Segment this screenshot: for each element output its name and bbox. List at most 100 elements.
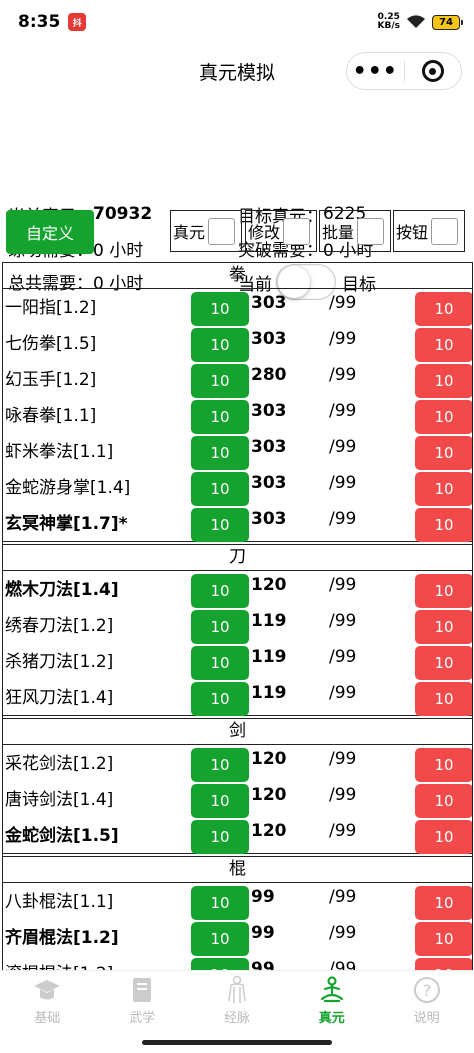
increase-button[interactable]: 10 [191,820,249,854]
skills-table[interactable]: 拳一阳指[1.2] 10 303/99 10 七伤拳[1.5] 10 303/99 10 幻玉手… [2,262,473,970]
close-miniprogram-button[interactable] [405,53,462,89]
skill-max: /99 [329,365,357,385]
skill-row: 燃木刀法[1.4] 10 120/99 10 [3,571,472,608]
decrease-button[interactable]: 10 [415,748,472,782]
decrease-button[interactable]: 10 [415,646,472,680]
skill-max: /99 [329,749,357,769]
increase-button[interactable]: 10 [191,610,249,644]
custom-button[interactable]: 自定义 [6,210,94,254]
skill-value: 120 [251,749,287,769]
skill-name: 狂风刀法[1.4] [5,688,114,708]
skill-value: 99 [251,959,275,970]
option-zhenyuan[interactable]: 真元 [170,210,242,252]
skill-row: 七伤拳[1.5] 10 303/99 10 [3,325,472,362]
skill-max: /99 [329,611,357,631]
checkbox-zhenyuan[interactable] [208,217,236,245]
app-notification-icon: 抖 [68,13,87,31]
tab-help[interactable]: ? 说明 [379,971,474,1030]
wifi-icon [407,15,425,28]
decrease-button[interactable]: 10 [415,958,472,970]
decrease-button[interactable]: 10 [415,784,472,818]
skill-value: 303 [251,509,287,529]
increase-button[interactable]: 10 [191,922,249,956]
increase-button[interactable]: 10 [191,886,249,920]
skill-row: 绣春刀法[1.2] 10 119/99 10 [3,607,472,644]
decrease-button[interactable]: 10 [415,886,472,920]
more-menu-button[interactable]: ••• [347,53,404,89]
skill-row: 玄冥神掌[1.7]* 10 303/99 10 [3,505,472,542]
practice-time-value: 0 小时 [93,240,144,261]
skill-max: /99 [329,887,357,907]
increase-button[interactable]: 10 [191,682,249,716]
skill-max: /99 [329,575,357,595]
book-icon [133,978,152,1002]
checkbox-edit[interactable] [283,217,311,245]
increase-button[interactable]: 10 [191,784,249,818]
increase-button[interactable]: 10 [191,574,249,608]
mortarboard-icon [34,980,61,1000]
skill-name: 采花剑法[1.2] [5,754,114,774]
decrease-button[interactable]: 10 [415,820,472,854]
increase-button[interactable]: 10 [191,508,249,542]
increase-button[interactable]: 10 [191,364,249,398]
skill-value: 119 [251,647,287,667]
tab-zhenyuan[interactable]: 真元 [284,971,379,1030]
decrease-button[interactable]: 10 [415,328,472,362]
skill-max: /99 [329,293,357,313]
skill-name: 一阳指[1.2] [5,298,97,318]
current-zhenyuan-value: 70932 [93,204,153,224]
section-title: 刀 [3,545,472,571]
increase-button[interactable]: 10 [191,646,249,680]
tab-bar: 基础 武学 经脉 真元 ? 说明 [0,970,474,1030]
section-title: 拳 [3,263,472,289]
increase-button[interactable]: 10 [191,472,249,506]
decrease-button[interactable]: 10 [415,922,472,956]
decrease-button[interactable]: 10 [415,436,472,470]
title-bar: 真元模拟 ••• [0,44,474,98]
skill-max: /99 [329,683,357,703]
skill-row: 虾米拳法[1.1] 10 303/99 10 [3,433,472,470]
decrease-button[interactable]: 10 [415,610,472,644]
skill-name: 燃木刀法[1.4] [5,580,119,600]
tab-martial[interactable]: 武学 [95,971,190,1030]
decrease-button[interactable]: 10 [415,364,472,398]
skill-value: 99 [251,923,275,943]
skill-name: 滚棍棍法[1.2] [5,959,113,970]
decrease-button[interactable]: 10 [415,574,472,608]
decrease-button[interactable]: 10 [415,472,472,506]
skill-max: /99 [329,401,357,421]
increase-button[interactable]: 10 [191,748,249,782]
home-indicator[interactable] [142,1040,332,1045]
increase-button[interactable]: 10 [191,400,249,434]
increase-button[interactable]: 10 [191,292,249,326]
increase-button[interactable]: 10 [191,436,249,470]
battery-level: 74 [439,16,453,28]
skill-value: 303 [251,329,287,349]
option-batch[interactable]: 批量 [319,210,391,252]
skill-max: /99 [329,959,357,970]
option-buttons[interactable]: 按钮 [393,210,465,252]
checkbox-batch[interactable] [357,217,385,245]
skill-name: 唐诗剑法[1.4] [5,790,114,810]
increase-button[interactable]: 10 [191,958,249,970]
option-edit[interactable]: 修改 [245,210,317,252]
section-1: 刀燃木刀法[1.4] 10 120/99 10 绣春刀法[1.2] 10 119/99 10 杀… [3,544,472,716]
tab-basic[interactable]: 基础 [0,971,95,1030]
battery-icon: 74 [432,14,463,30]
checkbox-buttons[interactable] [431,217,459,245]
decrease-button[interactable]: 10 [415,508,472,542]
decrease-button[interactable]: 10 [415,682,472,716]
skill-name: 杀猪刀法[1.2] [5,652,114,672]
skill-name: 七伤拳[1.5] [5,334,97,354]
skill-row: 狂风刀法[1.4] 10 119/99 10 [3,679,472,716]
increase-button[interactable]: 10 [191,328,249,362]
skill-name: 金蛇游身掌[1.4] [5,478,131,498]
decrease-button[interactable]: 10 [415,292,472,326]
skill-value: 120 [251,785,287,805]
skill-value: 303 [251,437,287,457]
decrease-button[interactable]: 10 [415,400,472,434]
skill-row: 齐眉棍法[1.2] 10 99/99 10 [3,919,472,956]
tab-meridian[interactable]: 经脉 [190,971,285,1030]
meditation-icon [320,976,343,1003]
skill-max: /99 [329,509,357,529]
